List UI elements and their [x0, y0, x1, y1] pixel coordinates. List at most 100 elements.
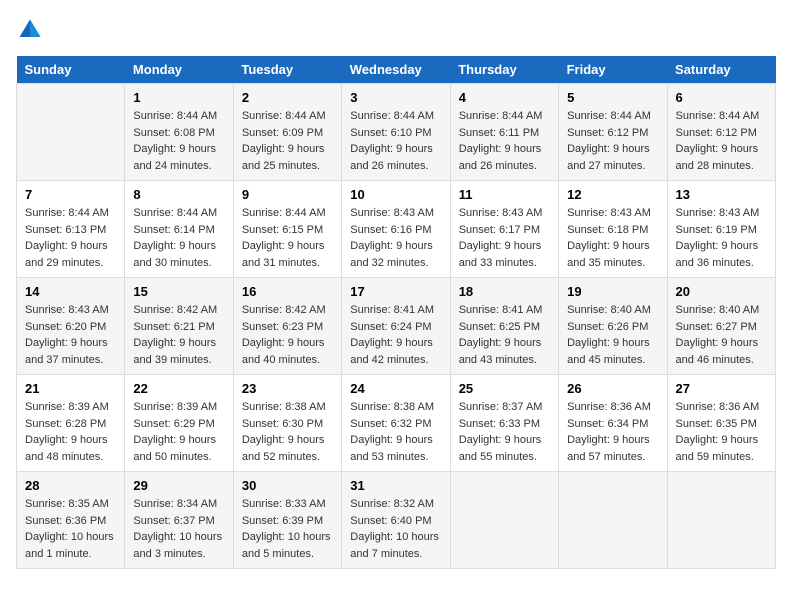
- day-info: Sunrise: 8:44 AMSunset: 6:10 PMDaylight:…: [350, 108, 441, 174]
- day-number: 2: [242, 90, 333, 105]
- day-number: 18: [459, 284, 550, 299]
- calendar-table: SundayMondayTuesdayWednesdayThursdayFrid…: [16, 56, 776, 569]
- day-number: 20: [676, 284, 767, 299]
- day-number: 28: [25, 478, 116, 493]
- calendar-cell: 21 Sunrise: 8:39 AMSunset: 6:28 PMDaylig…: [17, 375, 125, 472]
- day-info: Sunrise: 8:34 AMSunset: 6:37 PMDaylight:…: [133, 496, 224, 562]
- calendar-cell: 25 Sunrise: 8:37 AMSunset: 6:33 PMDaylig…: [450, 375, 558, 472]
- col-header-tuesday: Tuesday: [233, 56, 341, 84]
- day-number: 30: [242, 478, 333, 493]
- day-number: 27: [676, 381, 767, 396]
- day-info: Sunrise: 8:43 AMSunset: 6:19 PMDaylight:…: [676, 205, 767, 271]
- calendar-cell: 12 Sunrise: 8:43 AMSunset: 6:18 PMDaylig…: [559, 181, 667, 278]
- day-info: Sunrise: 8:40 AMSunset: 6:26 PMDaylight:…: [567, 302, 658, 368]
- day-info: Sunrise: 8:38 AMSunset: 6:32 PMDaylight:…: [350, 399, 441, 465]
- day-info: Sunrise: 8:44 AMSunset: 6:09 PMDaylight:…: [242, 108, 333, 174]
- calendar-cell: 24 Sunrise: 8:38 AMSunset: 6:32 PMDaylig…: [342, 375, 450, 472]
- col-header-sunday: Sunday: [17, 56, 125, 84]
- day-number: 5: [567, 90, 658, 105]
- calendar-cell: 17 Sunrise: 8:41 AMSunset: 6:24 PMDaylig…: [342, 278, 450, 375]
- col-header-monday: Monday: [125, 56, 233, 84]
- day-info: Sunrise: 8:43 AMSunset: 6:18 PMDaylight:…: [567, 205, 658, 271]
- day-number: 7: [25, 187, 116, 202]
- day-info: Sunrise: 8:39 AMSunset: 6:29 PMDaylight:…: [133, 399, 224, 465]
- calendar-cell: 10 Sunrise: 8:43 AMSunset: 6:16 PMDaylig…: [342, 181, 450, 278]
- calendar-cell: 8 Sunrise: 8:44 AMSunset: 6:14 PMDayligh…: [125, 181, 233, 278]
- logo: [16, 16, 48, 44]
- calendar-cell: 4 Sunrise: 8:44 AMSunset: 6:11 PMDayligh…: [450, 84, 558, 181]
- calendar-cell: 1 Sunrise: 8:44 AMSunset: 6:08 PMDayligh…: [125, 84, 233, 181]
- day-number: 11: [459, 187, 550, 202]
- calendar-cell: 3 Sunrise: 8:44 AMSunset: 6:10 PMDayligh…: [342, 84, 450, 181]
- calendar-cell: 23 Sunrise: 8:38 AMSunset: 6:30 PMDaylig…: [233, 375, 341, 472]
- calendar-cell: [667, 472, 775, 569]
- day-info: Sunrise: 8:40 AMSunset: 6:27 PMDaylight:…: [676, 302, 767, 368]
- day-number: 31: [350, 478, 441, 493]
- calendar-cell: 7 Sunrise: 8:44 AMSunset: 6:13 PMDayligh…: [17, 181, 125, 278]
- calendar-cell: 26 Sunrise: 8:36 AMSunset: 6:34 PMDaylig…: [559, 375, 667, 472]
- day-number: 13: [676, 187, 767, 202]
- day-info: Sunrise: 8:44 AMSunset: 6:11 PMDaylight:…: [459, 108, 550, 174]
- day-info: Sunrise: 8:42 AMSunset: 6:21 PMDaylight:…: [133, 302, 224, 368]
- calendar-cell: [559, 472, 667, 569]
- calendar-cell: [17, 84, 125, 181]
- week-row: 14 Sunrise: 8:43 AMSunset: 6:20 PMDaylig…: [17, 278, 776, 375]
- day-info: Sunrise: 8:37 AMSunset: 6:33 PMDaylight:…: [459, 399, 550, 465]
- calendar-cell: 19 Sunrise: 8:40 AMSunset: 6:26 PMDaylig…: [559, 278, 667, 375]
- day-number: 1: [133, 90, 224, 105]
- day-info: Sunrise: 8:32 AMSunset: 6:40 PMDaylight:…: [350, 496, 441, 562]
- calendar-cell: 5 Sunrise: 8:44 AMSunset: 6:12 PMDayligh…: [559, 84, 667, 181]
- day-number: 15: [133, 284, 224, 299]
- day-number: 24: [350, 381, 441, 396]
- day-info: Sunrise: 8:44 AMSunset: 6:08 PMDaylight:…: [133, 108, 224, 174]
- day-info: Sunrise: 8:36 AMSunset: 6:35 PMDaylight:…: [676, 399, 767, 465]
- week-row: 21 Sunrise: 8:39 AMSunset: 6:28 PMDaylig…: [17, 375, 776, 472]
- calendar-cell: 30 Sunrise: 8:33 AMSunset: 6:39 PMDaylig…: [233, 472, 341, 569]
- day-number: 6: [676, 90, 767, 105]
- day-number: 4: [459, 90, 550, 105]
- day-number: 26: [567, 381, 658, 396]
- day-number: 19: [567, 284, 658, 299]
- day-number: 17: [350, 284, 441, 299]
- day-info: Sunrise: 8:43 AMSunset: 6:20 PMDaylight:…: [25, 302, 116, 368]
- calendar-cell: 13 Sunrise: 8:43 AMSunset: 6:19 PMDaylig…: [667, 181, 775, 278]
- day-info: Sunrise: 8:41 AMSunset: 6:24 PMDaylight:…: [350, 302, 441, 368]
- calendar-cell: 14 Sunrise: 8:43 AMSunset: 6:20 PMDaylig…: [17, 278, 125, 375]
- day-info: Sunrise: 8:35 AMSunset: 6:36 PMDaylight:…: [25, 496, 116, 562]
- day-info: Sunrise: 8:42 AMSunset: 6:23 PMDaylight:…: [242, 302, 333, 368]
- col-header-friday: Friday: [559, 56, 667, 84]
- day-info: Sunrise: 8:44 AMSunset: 6:13 PMDaylight:…: [25, 205, 116, 271]
- calendar-cell: 18 Sunrise: 8:41 AMSunset: 6:25 PMDaylig…: [450, 278, 558, 375]
- day-number: 23: [242, 381, 333, 396]
- header-row: SundayMondayTuesdayWednesdayThursdayFrid…: [17, 56, 776, 84]
- header: [16, 16, 776, 44]
- calendar-cell: 11 Sunrise: 8:43 AMSunset: 6:17 PMDaylig…: [450, 181, 558, 278]
- day-number: 10: [350, 187, 441, 202]
- day-info: Sunrise: 8:44 AMSunset: 6:12 PMDaylight:…: [567, 108, 658, 174]
- day-info: Sunrise: 8:39 AMSunset: 6:28 PMDaylight:…: [25, 399, 116, 465]
- day-number: 29: [133, 478, 224, 493]
- calendar-cell: 28 Sunrise: 8:35 AMSunset: 6:36 PMDaylig…: [17, 472, 125, 569]
- day-info: Sunrise: 8:44 AMSunset: 6:15 PMDaylight:…: [242, 205, 333, 271]
- day-number: 16: [242, 284, 333, 299]
- day-info: Sunrise: 8:38 AMSunset: 6:30 PMDaylight:…: [242, 399, 333, 465]
- col-header-thursday: Thursday: [450, 56, 558, 84]
- calendar-cell: 27 Sunrise: 8:36 AMSunset: 6:35 PMDaylig…: [667, 375, 775, 472]
- calendar-cell: 29 Sunrise: 8:34 AMSunset: 6:37 PMDaylig…: [125, 472, 233, 569]
- day-number: 12: [567, 187, 658, 202]
- day-number: 3: [350, 90, 441, 105]
- calendar-cell: 20 Sunrise: 8:40 AMSunset: 6:27 PMDaylig…: [667, 278, 775, 375]
- day-number: 14: [25, 284, 116, 299]
- day-number: 22: [133, 381, 224, 396]
- calendar-cell: 16 Sunrise: 8:42 AMSunset: 6:23 PMDaylig…: [233, 278, 341, 375]
- day-info: Sunrise: 8:36 AMSunset: 6:34 PMDaylight:…: [567, 399, 658, 465]
- day-info: Sunrise: 8:44 AMSunset: 6:14 PMDaylight:…: [133, 205, 224, 271]
- logo-icon: [16, 16, 44, 44]
- calendar-cell: 2 Sunrise: 8:44 AMSunset: 6:09 PMDayligh…: [233, 84, 341, 181]
- calendar-cell: 22 Sunrise: 8:39 AMSunset: 6:29 PMDaylig…: [125, 375, 233, 472]
- day-info: Sunrise: 8:43 AMSunset: 6:16 PMDaylight:…: [350, 205, 441, 271]
- day-info: Sunrise: 8:41 AMSunset: 6:25 PMDaylight:…: [459, 302, 550, 368]
- day-number: 21: [25, 381, 116, 396]
- col-header-saturday: Saturday: [667, 56, 775, 84]
- week-row: 1 Sunrise: 8:44 AMSunset: 6:08 PMDayligh…: [17, 84, 776, 181]
